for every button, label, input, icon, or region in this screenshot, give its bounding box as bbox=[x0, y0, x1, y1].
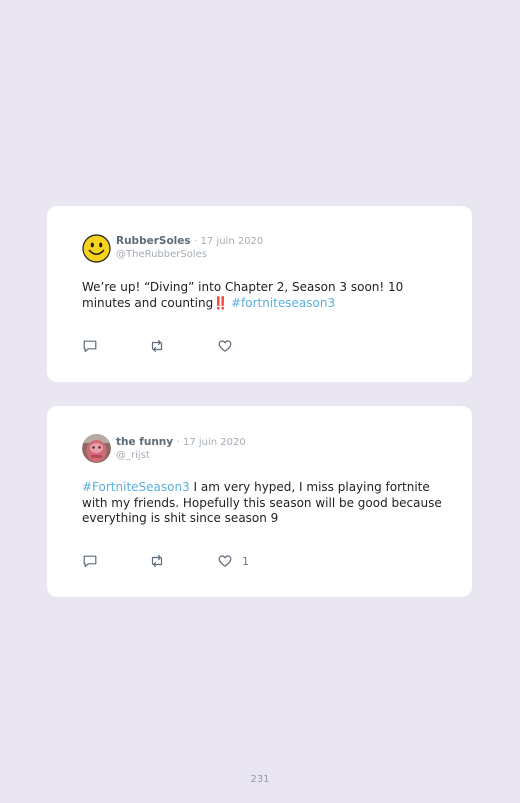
tweet-date[interactable]: 17 juin 2020 bbox=[183, 437, 246, 448]
hashtag-link[interactable]: #fortniteseason3 bbox=[231, 296, 335, 310]
profile-photo-icon bbox=[82, 434, 111, 463]
avatar[interactable] bbox=[82, 434, 111, 463]
separator: · bbox=[176, 437, 180, 448]
reply-icon bbox=[83, 340, 97, 352]
tweet-header: RubberSoles · 17 juin 2020 @TheRubberSol… bbox=[116, 235, 263, 261]
separator: · bbox=[193, 236, 198, 247]
reply-button[interactable] bbox=[82, 338, 98, 354]
retweet-button[interactable] bbox=[149, 338, 165, 354]
avatar[interactable] bbox=[82, 234, 111, 263]
like-button[interactable] bbox=[217, 338, 242, 354]
heart-icon bbox=[218, 340, 232, 352]
tweet-card: RubberSoles · 17 juin 2020 @TheRubberSol… bbox=[47, 206, 472, 382]
page-number: 231 bbox=[250, 774, 270, 785]
retweet-icon bbox=[151, 554, 163, 568]
display-name[interactable]: RubberSoles bbox=[116, 235, 191, 247]
display-name[interactable]: the funny bbox=[116, 436, 173, 448]
tweet-header: the funny · 17 juin 2020 @_rijst bbox=[116, 436, 246, 462]
tweet-card: the funny · 17 juin 2020 @_rijst #Fortni… bbox=[47, 406, 472, 597]
tweet-text: #FortniteSeason3 I am very hyped, I miss… bbox=[82, 480, 444, 527]
heart-icon bbox=[218, 555, 232, 567]
user-handle[interactable]: @TheRubberSoles bbox=[116, 248, 263, 261]
tweet-date[interactable]: 17 juin 2020 bbox=[201, 236, 264, 247]
like-button[interactable]: 1 bbox=[217, 553, 249, 569]
retweet-button[interactable] bbox=[149, 553, 165, 569]
retweet-icon bbox=[151, 339, 163, 353]
reply-icon bbox=[83, 555, 97, 567]
hashtag-link[interactable]: #FortniteSeason3 bbox=[82, 480, 190, 494]
tweet-text: We’re up! “Diving” into Chapter 2, Seaso… bbox=[82, 280, 444, 311]
reply-button[interactable] bbox=[82, 553, 98, 569]
double-exclamation-emoji: ‼️ bbox=[213, 295, 228, 310]
user-handle[interactable]: @_rijst bbox=[116, 449, 246, 462]
smiley-avatar-icon bbox=[82, 234, 111, 263]
like-count: 1 bbox=[242, 554, 249, 568]
